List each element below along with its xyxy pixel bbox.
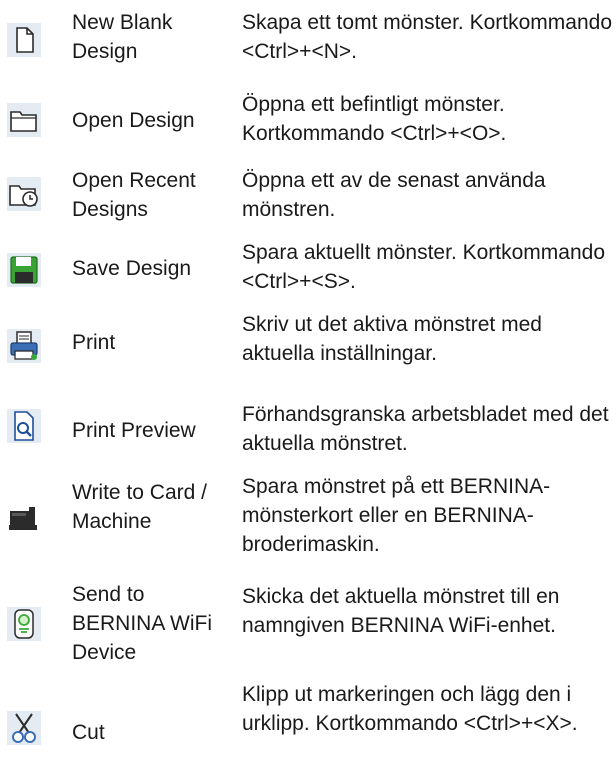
new-blank-design-icon — [4, 20, 44, 60]
open-recent-designs-icon — [4, 174, 44, 214]
command-description: Skriv ut det aktiva mönstret med aktuell… — [242, 313, 542, 365]
command-name: Send to BERNINA WiFi Device — [72, 583, 213, 664]
command-description: Öppna ett befintligt mönster. Kortkomman… — [242, 93, 507, 145]
command-description: Förhandsgranska arbetsbladet med det akt… — [242, 403, 609, 455]
write-to-card-machine-icon — [4, 496, 44, 536]
send-to-wifi-device-icon — [4, 604, 44, 644]
command-name: Open Design — [72, 109, 195, 132]
table-row: Open Recent Designs Öppna ett av de sena… — [0, 164, 616, 228]
command-name: Write to Card / Machine — [72, 481, 207, 533]
table-row: Save Design Spara aktuellt mönster. Kort… — [0, 234, 616, 300]
command-name: Cut — [72, 721, 105, 744]
table-row: Cut Klipp ut markeringen och lägg den i … — [0, 678, 616, 774]
print-preview-icon — [4, 406, 44, 446]
command-name: Save Design — [72, 257, 192, 280]
table-row: Open Design Öppna ett befintligt mönster… — [0, 88, 616, 158]
command-description: Spara mönstret på ett BERNINA-mönsterkor… — [242, 475, 551, 556]
command-description: Klipp ut markeringen och lägg den i urkl… — [242, 683, 578, 735]
command-name: New Blank Design — [72, 11, 173, 63]
command-description: Skicka det aktuella mönstret till en nam… — [242, 585, 560, 637]
table-row: Print Skriv ut det aktiva mönstret med a… — [0, 308, 616, 382]
open-design-icon — [4, 100, 44, 140]
table-row: Print Preview Förhandsgranska arbetsblad… — [0, 392, 616, 462]
command-description: Spara aktuellt mönster. Kortkommando <Ct… — [242, 241, 606, 293]
print-icon — [4, 326, 44, 366]
table-row: Send to BERNINA WiFi Device Skicka det a… — [0, 580, 616, 676]
save-design-icon — [4, 250, 44, 290]
table-row: New Blank Design Skapa ett tomt mönster.… — [0, 0, 616, 80]
cut-icon — [4, 708, 44, 748]
command-name: Print — [72, 331, 116, 354]
table-row: Write to Card / Machine Spara mönstret p… — [0, 470, 616, 570]
command-description: Öppna ett av de senast använda mönstren. — [242, 169, 546, 221]
command-description: Skapa ett tomt mönster. Kortkommando <Ct… — [242, 11, 613, 63]
command-name: Open Recent Designs — [72, 169, 196, 221]
command-name: Print Preview — [72, 419, 196, 442]
